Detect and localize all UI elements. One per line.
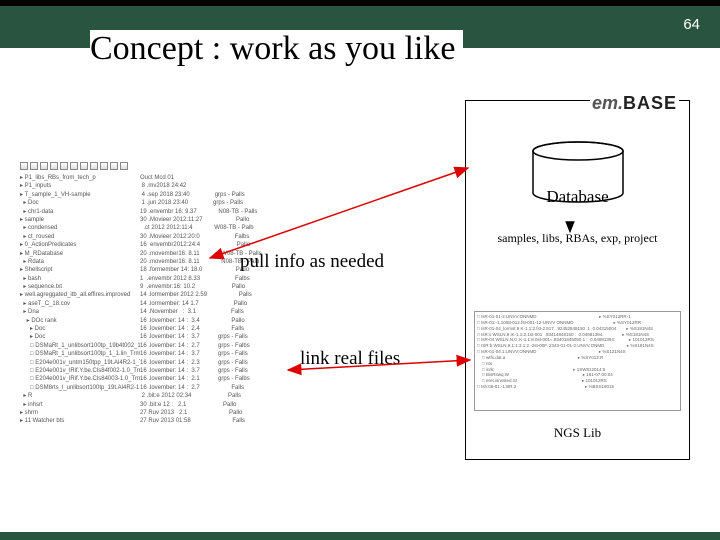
- ngs-listing: □ IsR-01-01-2.UNVV:ONNMD ▸ %SY012RR-1 □ …: [474, 311, 681, 411]
- embase-logo: em.BASE: [590, 93, 679, 114]
- arrow-db-down: [540, 218, 600, 318]
- slide-title: Concept : work as you like: [90, 30, 463, 68]
- ngs-label: NGS Lib: [466, 425, 689, 441]
- arrow-pull: [200, 128, 480, 268]
- database-label: Database: [466, 187, 689, 207]
- arrow-link: [280, 348, 480, 388]
- page-number: 64: [673, 12, 710, 39]
- fb-tree: ▸ P1_libs_RBs_from_tech_p ▸ P1_inputs ▸ …: [20, 174, 140, 426]
